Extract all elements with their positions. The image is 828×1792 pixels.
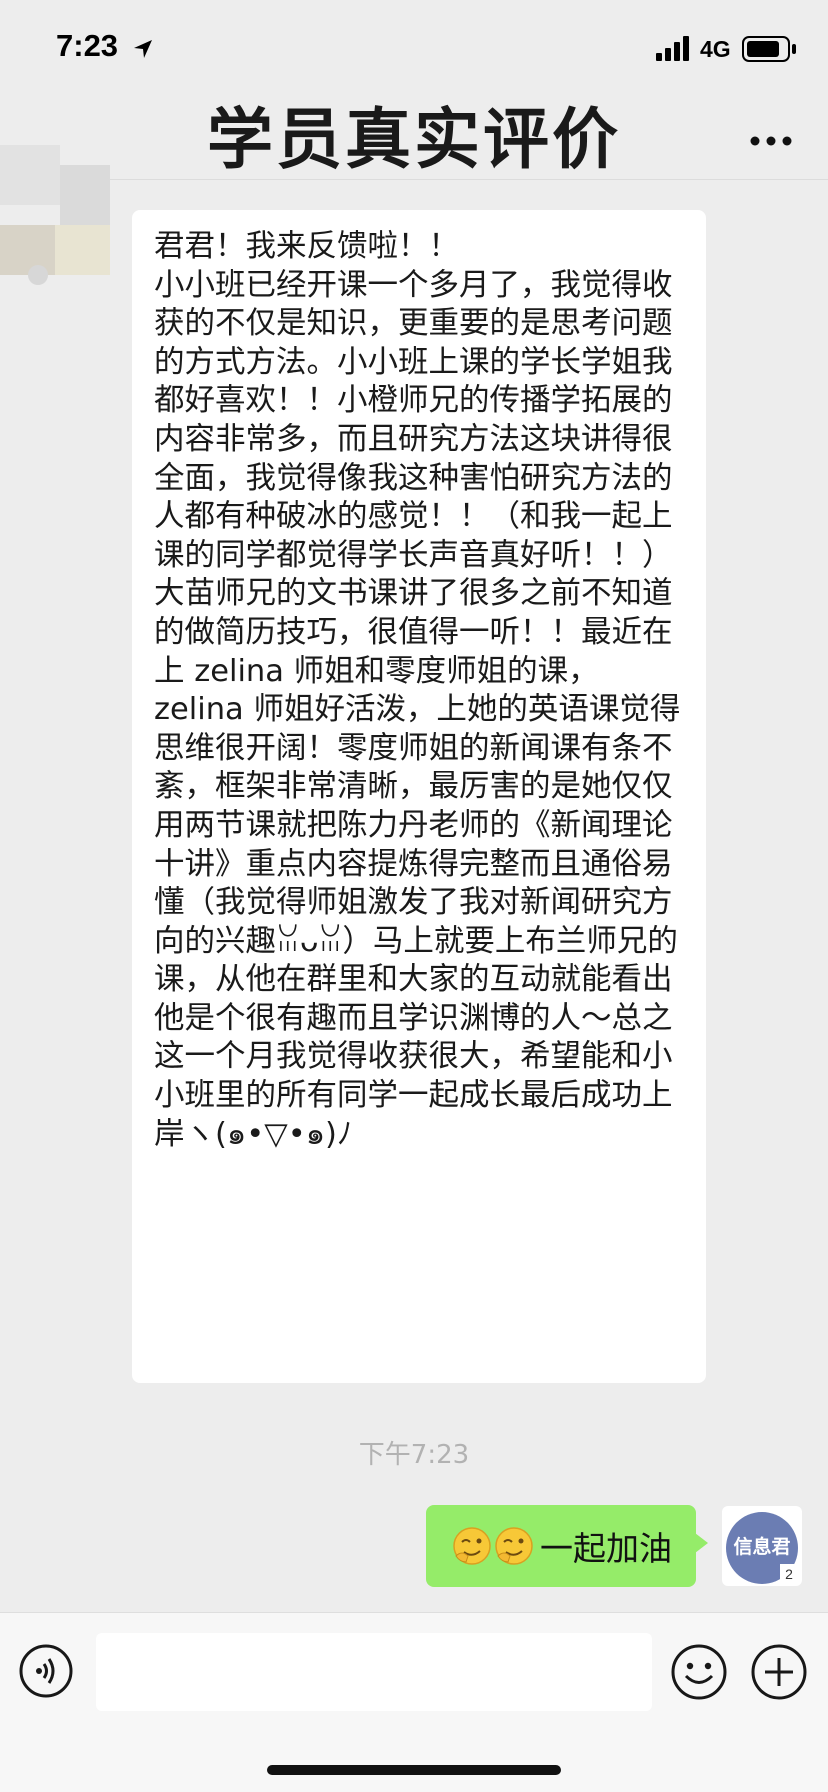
signal-bars-icon	[656, 36, 689, 61]
avatar-badge: 2	[780, 1564, 798, 1584]
emoji-icon[interactable]	[670, 1643, 728, 1701]
voice-icon[interactable]	[18, 1643, 74, 1699]
more-dots-icon[interactable]	[750, 135, 792, 147]
home-indicator[interactable]	[267, 1765, 561, 1775]
input-bar	[0, 1612, 828, 1792]
sender-avatar-blurred[interactable]	[0, 145, 145, 285]
message-input[interactable]	[96, 1633, 652, 1711]
outgoing-message-bubble[interactable]: 一起加油	[426, 1505, 708, 1587]
outgoing-message-text: 一起加油	[540, 1529, 672, 1568]
wink-smile-emoji-icon	[495, 1527, 533, 1565]
avatar-label: 信息君	[733, 1536, 791, 1558]
status-time: 7:23	[56, 28, 119, 63]
incoming-message-bubble[interactable]: 君君！我来反馈啦！！ 小小班已经开课一个多月了，我觉得收获的不仅是知识，更重要的…	[132, 210, 706, 1383]
message-timestamp: 下午7:23	[358, 1440, 470, 1470]
avatar[interactable]: 信息君 2	[722, 1506, 802, 1586]
location-arrow-icon	[134, 40, 152, 58]
network-label: 4G	[700, 36, 731, 62]
plus-icon[interactable]	[750, 1643, 808, 1701]
wink-smile-emoji-icon	[453, 1527, 491, 1565]
status-bar: 7:23 4G	[0, 0, 828, 100]
battery-icon	[742, 36, 796, 62]
